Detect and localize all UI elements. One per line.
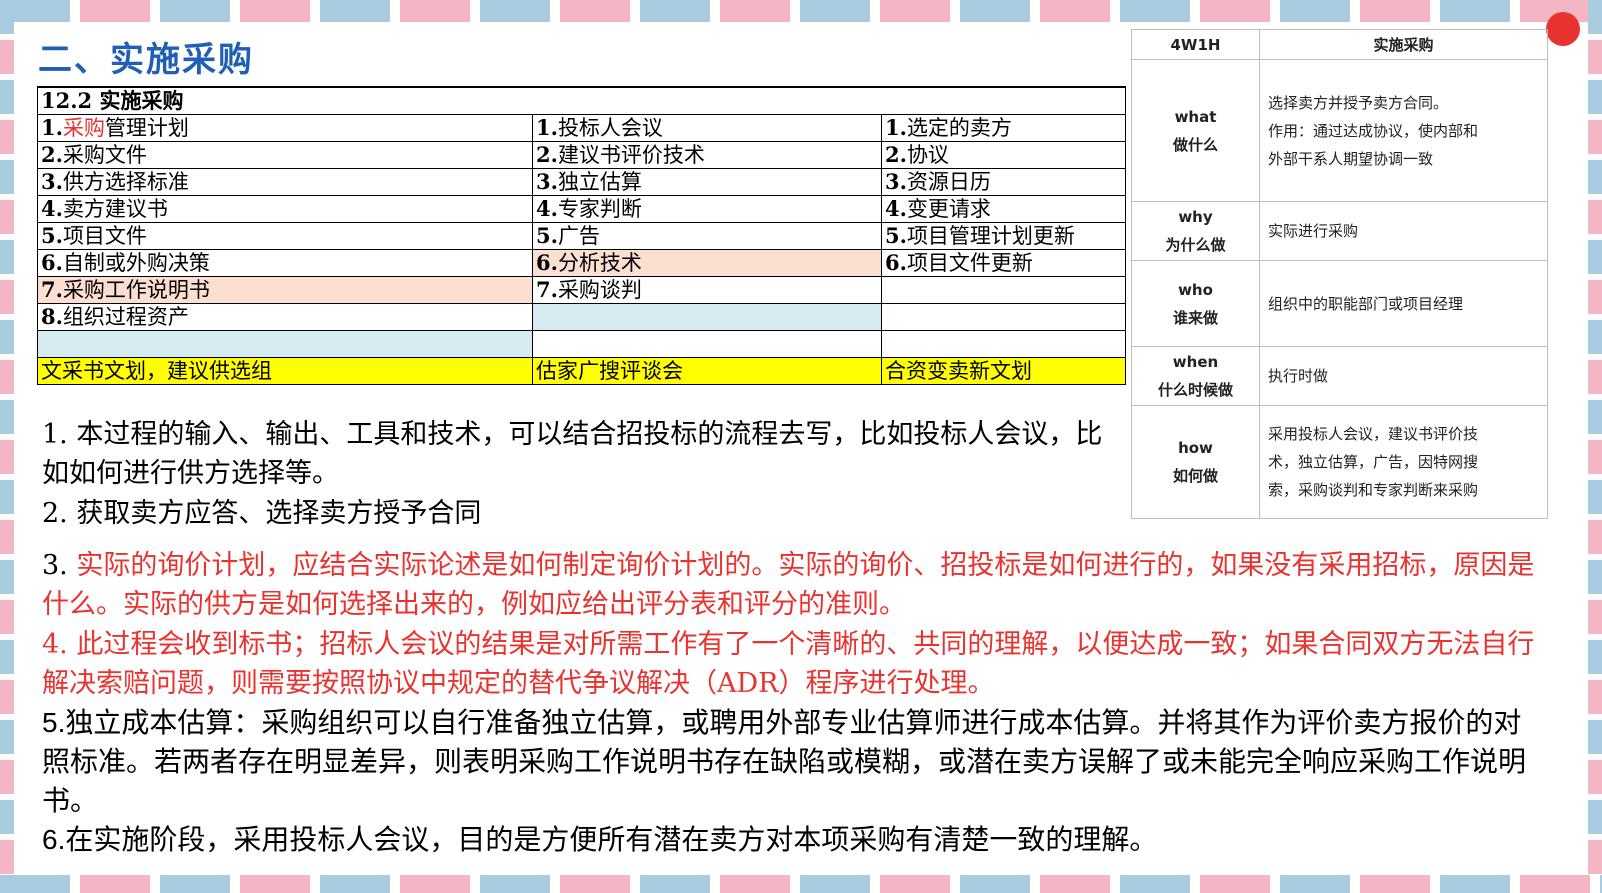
- table-row: 7.采购工作说明书 7.采购谈判: [37, 276, 1127, 304]
- w4h1-key: how 如何做: [1131, 405, 1260, 519]
- airmail-border-right: [1588, 0, 1602, 893]
- output-cell: [880, 303, 1127, 331]
- tool-cell: [532, 330, 882, 358]
- process-itto-table: 12.2 实施采购 1.采购管理计划 1.投标人会议 1.选定的卖方 2.采购文…: [36, 86, 1127, 385]
- w4h1-table: 4W1H 实施采购 what 做什么 选择卖方并授予卖方合同。 作用：通过达成协议，…: [1131, 29, 1548, 519]
- w4h1-key: what 做什么: [1131, 59, 1260, 202]
- corner-decoration: [1546, 12, 1580, 46]
- output-cell: [880, 276, 1127, 304]
- w4h1-value: 选择卖方并授予卖方合同。 作用：通过达成协议，使内部和 外部干系人期望协调一致: [1259, 59, 1548, 202]
- tool-cell: 3.独立估算: [532, 168, 882, 196]
- w4h1-value: 执行时做: [1259, 346, 1548, 406]
- mnemonic-inputs: 文采书文划，建议供选组: [37, 357, 533, 385]
- airmail-border-bottom: [0, 875, 1602, 893]
- w4h1-row-who: who 谁来做 组织中的职能部门或项目经理: [1131, 260, 1548, 347]
- w4h1-header-key: 4W1H: [1131, 29, 1260, 60]
- output-cell: 2.协议: [880, 141, 1127, 169]
- input-cell: 6.自制或外购决策: [37, 249, 533, 277]
- tool-cell: 2.建议书评价技术: [532, 141, 882, 169]
- input-cell: 2.采购文件: [37, 141, 533, 169]
- input-cell: 5.项目文件: [37, 222, 533, 250]
- note-paragraph-6: 6.在实施阶段，采用投标人会议，目的是方便所有潜在卖方对本项采购有清楚一致的理解…: [42, 824, 1158, 855]
- tool-cell: [532, 303, 882, 331]
- w4h1-row-how: how 如何做 采用投标人会议，建议书评价技 术，独立估算，广告，因特网搜 索，采购谈…: [1131, 405, 1548, 519]
- w4h1-row-why: why 为什么做 实际进行采购: [1131, 201, 1548, 261]
- w4h1-value: 实际进行采购: [1259, 201, 1548, 261]
- output-cell: 6.项目文件更新: [880, 249, 1127, 277]
- tool-cell: 7.采购谈判: [532, 276, 882, 304]
- table-row: 2.采购文件 2.建议书评价技术 2.协议: [37, 141, 1127, 169]
- w4h1-header-row: 4W1H 实施采购: [1131, 29, 1548, 60]
- note-paragraph-2: 2. 获取卖方应答、选择卖方授予合同: [42, 498, 482, 529]
- input-cell: 7.采购工作说明书: [37, 276, 533, 304]
- input-cell: [37, 330, 533, 358]
- output-cell: 1.选定的卖方: [880, 114, 1127, 142]
- w4h1-header-value: 实施采购: [1259, 29, 1548, 60]
- note-paragraph-4: 4. 此过程会收到标书；招标人会议的结果是对所需工作有了一个清晰的、共同的理解，…: [42, 629, 1535, 699]
- table-row: 4.卖方建议书 4.专家判断 4.变更请求: [37, 195, 1127, 223]
- airmail-border-top: [0, 0, 1602, 22]
- table-row: 6.自制或外购决策 6.分析技术 6.项目文件更新: [37, 249, 1127, 277]
- table-row: 5.项目文件 5.广告 5.项目管理计划更新: [37, 222, 1127, 250]
- input-cell: 1.采购管理计划: [37, 114, 533, 142]
- process-header: 12.2 实施采购: [36, 86, 1127, 115]
- airmail-border-left: [0, 0, 14, 893]
- w4h1-value: 采用投标人会议，建议书评价技 术，独立估算，广告，因特网搜 索，采购谈判和专家判断来…: [1259, 405, 1548, 519]
- mnemonic-row: 文采书文划，建议供选组 估家广搜评谈会 合资变卖新文划: [37, 357, 1127, 385]
- table-row: 1.采购管理计划 1.投标人会议 1.选定的卖方: [37, 114, 1127, 142]
- input-cell: 8.组织过程资产: [37, 303, 533, 331]
- tool-cell: 5.广告: [532, 222, 882, 250]
- w4h1-value: 组织中的职能部门或项目经理: [1259, 260, 1548, 347]
- w4h1-key: when 什么时候做: [1131, 346, 1260, 406]
- tool-cell: 1.投标人会议: [532, 114, 882, 142]
- w4h1-key: why 为什么做: [1131, 201, 1260, 261]
- note-paragraph-3: 3. 实际的询价计划，应结合实际论述是如何制定询价计划的。实际的询价、招投标是如…: [42, 550, 1535, 620]
- output-cell: 5.项目管理计划更新: [880, 222, 1127, 250]
- output-cell: [880, 330, 1127, 358]
- tool-cell: 6.分析技术: [532, 249, 882, 277]
- table-row: 8.组织过程资产: [37, 303, 1127, 331]
- table-header-row: 12.2 实施采购: [36, 86, 1127, 115]
- table-row: 3.供方选择标准 3.独立估算 3.资源日历: [37, 168, 1127, 196]
- table-row: [37, 330, 1127, 358]
- w4h1-key: who 谁来做: [1131, 260, 1260, 347]
- w4h1-row-what: what 做什么 选择卖方并授予卖方合同。 作用：通过达成协议，使内部和 外部干系人期…: [1131, 59, 1548, 202]
- w4h1-row-when: when 什么时候做 执行时做: [1131, 346, 1548, 406]
- input-cell: 3.供方选择标准: [37, 168, 533, 196]
- mnemonic-outputs: 合资变卖新文划: [880, 357, 1127, 385]
- note-paragraph-1: 1. 本过程的输入、输出、工具和技术，可以结合招投标的流程去写，比如投标人会议，…: [42, 419, 1103, 489]
- input-cell: 4.卖方建议书: [37, 195, 533, 223]
- note-paragraph-5: 5.独立成本估算：采购组织可以自行准备独立估算，或聘用外部专业估算师进行成本估算…: [42, 707, 1527, 816]
- page-title: 二、实施采购: [38, 40, 254, 80]
- mnemonic-tools: 估家广搜评谈会: [532, 357, 882, 385]
- tool-cell: 4.专家判断: [532, 195, 882, 223]
- output-cell: 4.变更请求: [880, 195, 1127, 223]
- output-cell: 3.资源日历: [880, 168, 1127, 196]
